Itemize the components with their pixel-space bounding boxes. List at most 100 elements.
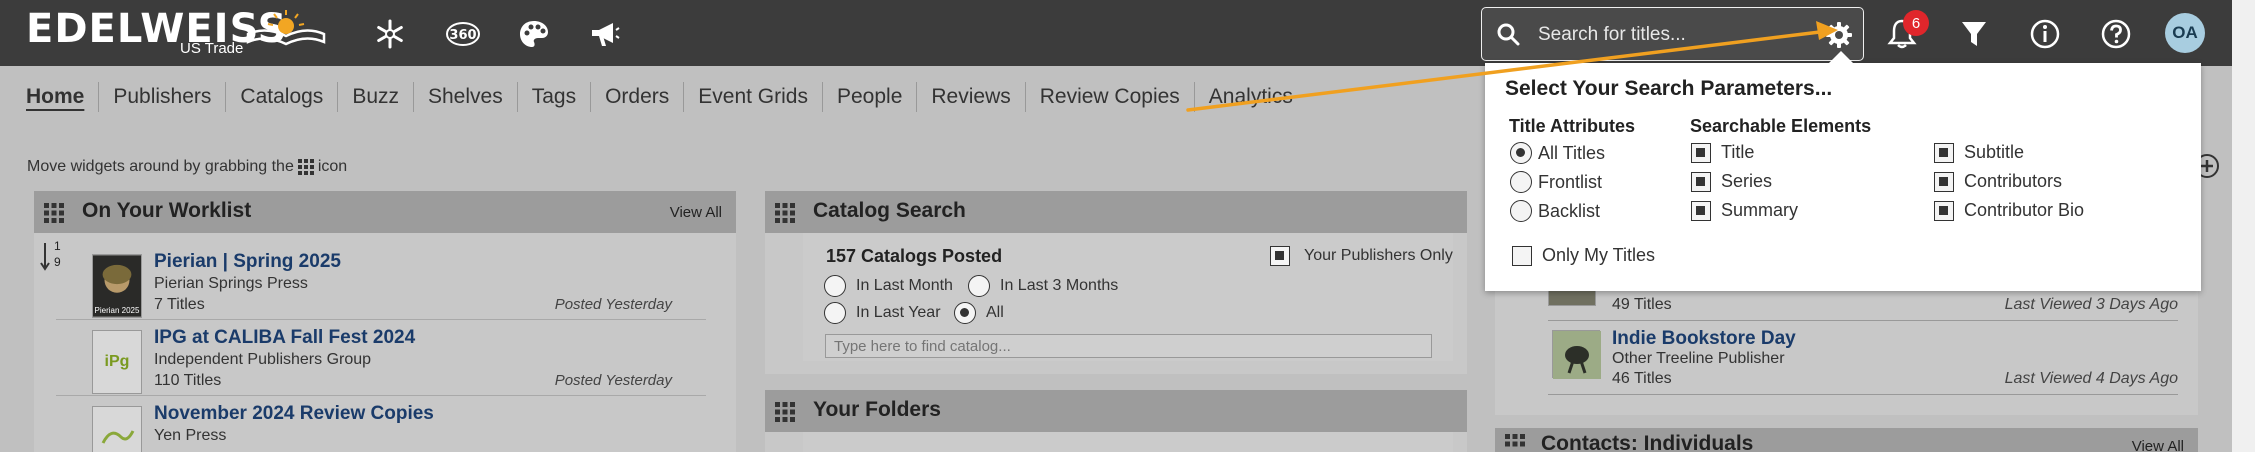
radio-last-3-months[interactable]: In Last 3 Months (968, 275, 1118, 297)
worklist-item[interactable]: November 2024 Review Copies Yen Press (56, 398, 706, 452)
scrollbar[interactable] (2232, 0, 2255, 452)
drag-handle-icon[interactable] (1505, 434, 1525, 452)
filter-icon[interactable] (1954, 14, 1994, 54)
radio-button[interactable] (968, 275, 990, 297)
radio-last-month[interactable]: In Last Month (824, 275, 953, 297)
nav-item-orders[interactable]: Orders (590, 82, 683, 112)
drag-handle-icon[interactable] (775, 402, 795, 422)
radio-button[interactable] (1510, 171, 1532, 193)
element-contributor-bio-checkbox[interactable]: Contributor Bio (1934, 200, 2084, 221)
360-icon[interactable]: 360 (443, 14, 483, 54)
nav-item-event-grids[interactable]: Event Grids (683, 82, 822, 112)
contacts-view-all-link[interactable]: View All (2132, 438, 2184, 452)
search-parameters-popup: Select Your Search Parameters... Title A… (1485, 51, 2201, 291)
drag-handle-icon[interactable] (775, 203, 795, 223)
nav-item-tags[interactable]: Tags (516, 82, 590, 112)
recent-item[interactable]: 49 Titles Last Viewed 3 Days Ago (1548, 282, 2178, 318)
element-title-checkbox[interactable]: Title (1691, 142, 1754, 163)
worklist-item[interactable]: iPg IPG at CALIBA Fall Fest 2024 Independe… (56, 322, 706, 396)
worklist-item-publisher: Independent Publishers Group (154, 351, 372, 368)
catalog-thumbnail[interactable] (92, 406, 142, 452)
worklist-item-count: 110 Titles (154, 372, 222, 389)
radio-button[interactable] (824, 302, 846, 324)
catalog-find-input[interactable] (825, 334, 1432, 358)
item-count: 46 Titles (1612, 370, 1672, 387)
checkbox-label: Series (1721, 171, 1773, 191)
checkbox[interactable] (1691, 171, 1711, 192)
nav-item-reviews[interactable]: Reviews (916, 82, 1024, 112)
radio-button[interactable] (824, 275, 846, 297)
publishers-only-checkbox[interactable]: Your Publishers Only (1270, 246, 1453, 266)
divider (1548, 394, 2178, 395)
radio-label: Frontlist (1538, 171, 1603, 192)
popup-title: Select Your Search Parameters... (1505, 77, 1833, 100)
gear-icon[interactable] (1825, 21, 1853, 49)
worklist-item-title[interactable]: Pierian | Spring 2025 (154, 251, 341, 273)
nav-item-catalogs[interactable]: Catalogs (225, 82, 337, 112)
element-contributors-checkbox[interactable]: Contributors (1934, 171, 2062, 192)
worklist-view-all-link[interactable]: View All (670, 204, 722, 221)
drag-handle-icon[interactable] (44, 203, 64, 223)
checkbox[interactable] (1934, 200, 1954, 221)
nav-item-review-copies[interactable]: Review Copies (1024, 82, 1194, 112)
catalog-thumbnail[interactable]: iPg (92, 330, 142, 394)
item-thumbnail (1552, 330, 1601, 379)
nav-item-analytics[interactable]: Analytics (1193, 82, 1307, 112)
radio-button[interactable] (954, 302, 976, 324)
worklist-item-date: Posted Yesterday (554, 296, 672, 313)
search-icon (1497, 23, 1520, 46)
item-title[interactable]: Indie Bookstore Day (1612, 328, 1796, 350)
radio-button[interactable] (1510, 200, 1532, 222)
help-icon[interactable] (2096, 14, 2136, 54)
only-my-titles-checkbox[interactable]: Only My Titles (1512, 245, 1655, 266)
catalog-thumbnail[interactable]: Pierian 2025 (92, 254, 142, 318)
megaphone-icon[interactable] (585, 14, 625, 54)
element-series-checkbox[interactable]: Series (1691, 171, 1772, 192)
radio-last-year[interactable]: In Last Year (824, 302, 941, 324)
checkbox[interactable] (1270, 246, 1290, 266)
worklist-item-title[interactable]: IPG at CALIBA Fall Fest 2024 (154, 327, 415, 349)
palette-icon[interactable] (514, 14, 554, 54)
checkbox-label: Subtitle (1964, 142, 2025, 162)
nav-item-home[interactable]: Home (26, 82, 98, 112)
attr-backlist-radio[interactable]: Backlist (1510, 200, 1600, 222)
item-count: 49 Titles (1612, 296, 1672, 313)
svg-text:360: 360 (449, 28, 476, 43)
nav-item-shelves[interactable]: Shelves (413, 82, 517, 112)
avatar[interactable]: OA (2165, 13, 2205, 53)
logo-book-icon (246, 10, 326, 46)
radio-all[interactable]: All (954, 302, 1004, 324)
notification-badge: 6 (1903, 10, 1929, 36)
radio-label: All (986, 304, 1004, 321)
widget-hint: Move widgets around by grabbing the icon (27, 158, 347, 176)
worklist-item-title[interactable]: November 2024 Review Copies (154, 403, 434, 425)
hint-text-end: icon (317, 158, 348, 175)
snowflake-icon[interactable] (370, 14, 410, 54)
checkbox[interactable] (1934, 142, 1954, 163)
recent-item[interactable]: Indie Bookstore Day Other Treeline Publi… (1548, 328, 2178, 394)
item-last-viewed: Last Viewed 3 Days Ago (2004, 296, 2178, 313)
worklist-item-publisher: Pierian Springs Press (154, 275, 308, 292)
checkbox[interactable] (1512, 245, 1532, 266)
radio-button[interactable] (1510, 142, 1532, 164)
nav-item-publishers[interactable]: Publishers (98, 82, 225, 112)
checkbox[interactable] (1691, 200, 1711, 221)
checkbox[interactable] (1934, 171, 1954, 192)
element-summary-checkbox[interactable]: Summary (1691, 200, 1798, 221)
catalog-search-title: Catalog Search (813, 199, 966, 222)
info-icon[interactable] (2025, 14, 2065, 54)
catalog-count: 157 Catalogs Posted (826, 246, 1003, 266)
worklist-item[interactable]: Pierian 2025 Pierian | Spring 2025 Pierian… (56, 246, 706, 320)
nav-item-people[interactable]: People (821, 82, 916, 112)
radio-label: In Last Year (856, 304, 941, 321)
search-input[interactable] (1538, 20, 1798, 50)
checkbox[interactable] (1691, 142, 1711, 163)
nav-item-buzz[interactable]: Buzz (337, 82, 413, 112)
checkbox-label: Title (1721, 142, 1755, 162)
checkbox-label: Summary (1721, 200, 1799, 220)
search-box[interactable] (1481, 7, 1864, 61)
attr-frontlist-radio[interactable]: Frontlist (1510, 171, 1602, 193)
element-subtitle-checkbox[interactable]: Subtitle (1934, 142, 2024, 163)
attr-all-titles-radio[interactable]: All Titles (1510, 142, 1605, 164)
worklist-item-date: Posted Yesterday (554, 372, 672, 389)
